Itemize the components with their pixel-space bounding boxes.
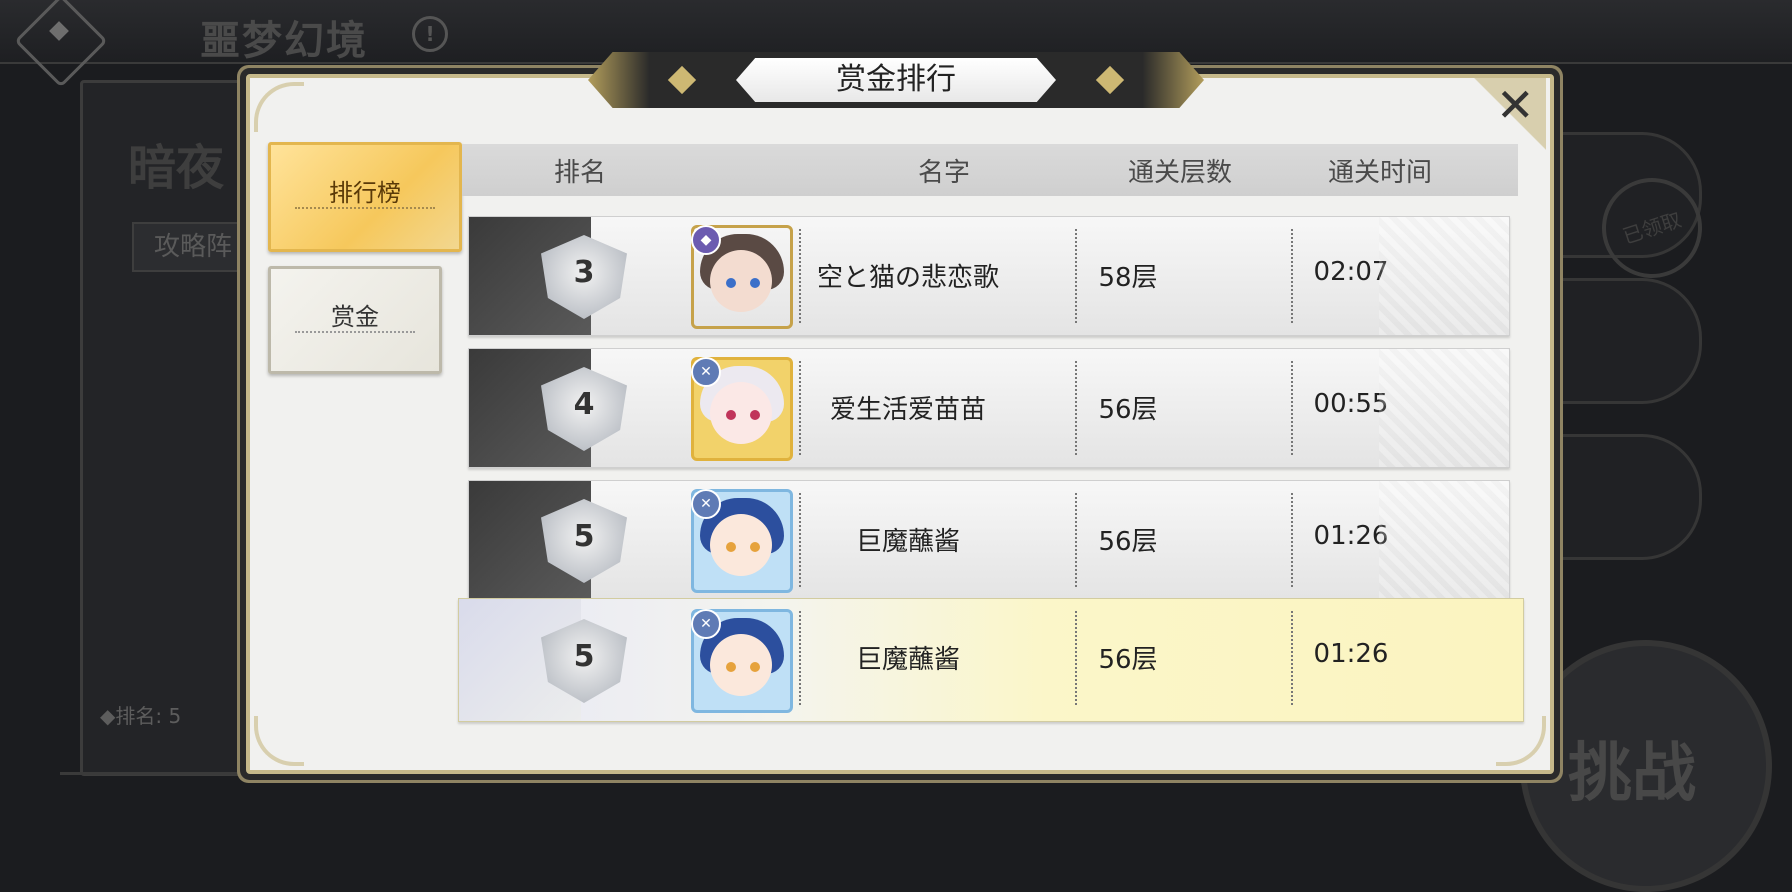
player-name: 爱生活爱苗苗 (829, 395, 986, 425)
divider (295, 331, 415, 333)
corner-ornament (254, 716, 304, 766)
player-name: 巨魔蘸酱 (855, 645, 960, 675)
close-icon[interactable]: ✕ (1496, 78, 1535, 132)
clear-time: 01:26 (1313, 639, 1389, 669)
player-name: 巨魔蘸酱 (855, 527, 960, 557)
challenge-label: 挑战 (1568, 736, 1696, 811)
tab-label: 赏金 (331, 303, 379, 331)
corner-ornament (254, 82, 304, 132)
floor-count: 58层 (1098, 263, 1158, 293)
corner-ornament (1496, 716, 1546, 766)
info-icon[interactable]: ! (412, 16, 448, 52)
table-header: 排名 名字 通关层数 通关时间 (462, 144, 1518, 196)
bow-icon: ✕ (691, 357, 721, 387)
table-row[interactable]: 4 ✕ 爱生活爱苗苗 56层 00:55 (468, 348, 1510, 468)
stage-title: 噩梦幻境 (200, 17, 368, 64)
tab-label: 排行榜 (329, 179, 401, 207)
player-name: 空と猫の悲恋歌 (816, 263, 999, 293)
column-rank: 排名 (554, 158, 607, 188)
panel-title: 暗夜 (128, 140, 225, 196)
bow-icon: ✕ (691, 609, 721, 639)
column-floor: 通关层数 (1128, 158, 1233, 188)
column-name: 名字 (918, 158, 971, 188)
my-rank-row[interactable]: 5 ✕ 巨魔蘸酱 56层 01:26 (458, 598, 1524, 722)
rank-number: 5 (573, 639, 595, 674)
rank-number: 3 (573, 255, 595, 290)
row-pattern (1379, 481, 1509, 599)
divider (295, 207, 435, 209)
rank-number: 5 (573, 519, 595, 554)
shield-icon: ◆ (691, 225, 721, 255)
table-row[interactable]: 3 ◆ 空と猫の悲恋歌 58层 02:07 (468, 216, 1510, 336)
floor-count: 56层 (1098, 527, 1158, 557)
bottom-bar (60, 772, 920, 795)
row-pattern (1379, 217, 1509, 335)
my-rank-text: ◆排名: 5 (100, 704, 182, 728)
tab-bounty[interactable]: 赏金 (268, 266, 442, 374)
column-time: 通关时间 (1328, 158, 1433, 188)
table-row[interactable]: 5 ✕ 巨魔蘸酱 56层 01:26 (468, 480, 1510, 600)
row-pattern (1379, 349, 1509, 467)
tab-leaderboard[interactable]: 排行榜 (268, 142, 462, 252)
floor-count: 56层 (1098, 645, 1158, 675)
rank-number: 4 (573, 387, 595, 422)
bow-icon: ✕ (691, 489, 721, 519)
floor-count: 56层 (1098, 395, 1158, 425)
dialog-title: 赏金排行 (736, 58, 1056, 102)
